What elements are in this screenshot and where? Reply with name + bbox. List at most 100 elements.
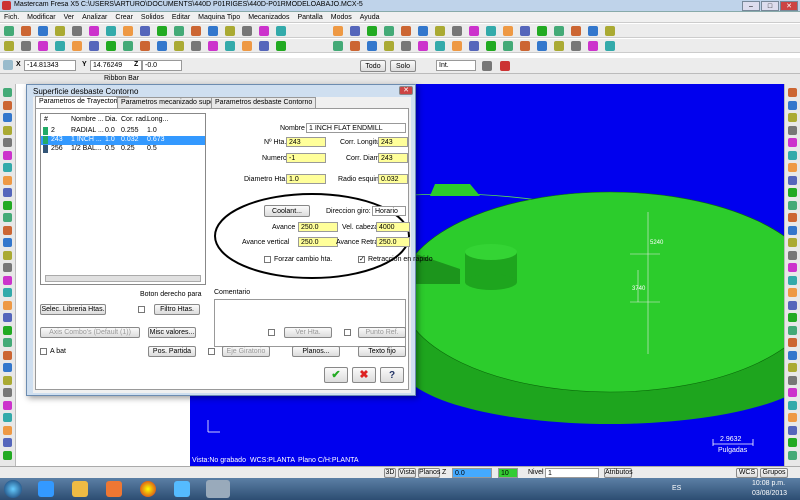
side-tool-icon[interactable] [788, 300, 797, 310]
tab-parametros-contorno[interactable]: Parametros desbaste Contorno [211, 97, 317, 108]
color-field[interactable]: 10 [498, 468, 518, 478]
z-coordinate-field[interactable]: -0.0 [142, 60, 182, 71]
vel-cabezal-field[interactable]: 4000 [376, 222, 410, 232]
side-tool-icon[interactable] [3, 250, 12, 260]
toolbar-tool-icon[interactable] [4, 26, 14, 36]
side-tool-icon[interactable] [788, 413, 797, 422]
side-tool-icon[interactable] [3, 200, 12, 210]
side-tool-icon[interactable] [788, 313, 797, 322]
toolbar-tool-icon[interactable] [225, 26, 235, 36]
toolbar-tool-icon[interactable] [208, 41, 218, 51]
toolbar-tool-icon[interactable] [123, 41, 133, 51]
toolbar-tool-icon[interactable] [72, 41, 82, 51]
side-tool-icon[interactable] [788, 88, 797, 97]
nombre-field[interactable]: 1 INCH FLAT ENDMILL [306, 123, 406, 133]
side-tool-icon[interactable] [3, 175, 12, 185]
side-tool-icon[interactable] [3, 288, 12, 297]
side-tool-icon[interactable] [788, 438, 797, 447]
toolbar-tool-icon[interactable] [276, 26, 286, 36]
retraccion-checkbox[interactable]: ✓ [358, 256, 365, 263]
toolbar-tool-icon[interactable] [55, 41, 65, 51]
toolbar-tool-icon[interactable] [72, 26, 82, 36]
toolbar-tool-icon[interactable] [208, 26, 218, 36]
toolbar-tool-icon[interactable] [191, 26, 201, 36]
menu-item[interactable]: Modos [331, 12, 352, 22]
side-tool-icon[interactable] [788, 188, 797, 197]
horizontal-scrollbar[interactable] [45, 275, 201, 282]
close-button[interactable]: ✕ [780, 1, 798, 11]
avance-vertical-field[interactable]: 250.0 [298, 237, 338, 247]
toolbar-tool-icon[interactable] [89, 26, 99, 36]
menu-item[interactable]: Ayuda [360, 12, 380, 22]
dialog-close-button[interactable]: ✕ [399, 86, 413, 95]
toolbar-tool-icon[interactable] [452, 41, 462, 51]
toolbar-tool-icon[interactable] [89, 41, 99, 51]
side-tool-icon[interactable] [3, 263, 12, 272]
side-tool-icon[interactable] [788, 363, 797, 372]
side-tool-icon[interactable] [788, 375, 797, 385]
side-tool-icon[interactable] [3, 438, 12, 447]
toolbar-tool-icon[interactable] [276, 41, 286, 51]
toolbar-tool-icon[interactable] [123, 26, 133, 36]
side-tool-icon[interactable] [788, 113, 797, 122]
side-tool-icon[interactable] [3, 338, 12, 347]
toolbar-tool-icon[interactable] [469, 26, 479, 36]
side-tool-icon[interactable] [788, 263, 797, 272]
side-tool-icon[interactable] [3, 350, 12, 360]
autocursor-icon[interactable] [3, 60, 13, 70]
selec-libreria-button[interactable]: Selec. Libreria Htas. [40, 304, 106, 315]
toolbar-tool-icon[interactable] [350, 26, 360, 36]
side-tool-icon[interactable] [788, 225, 797, 235]
toolbar-tool-icon[interactable] [452, 26, 462, 36]
corr-longitud-field[interactable]: 243 [378, 137, 408, 147]
nivel-field[interactable]: 1 [545, 468, 599, 478]
start-button-icon[interactable] [4, 480, 22, 498]
menu-item[interactable]: Crear [115, 12, 133, 22]
side-tool-icon[interactable] [3, 400, 12, 410]
planos-button[interactable]: Planos [418, 468, 440, 478]
forzar-checkbox[interactable] [264, 256, 271, 263]
menu-item[interactable]: Solidos [141, 12, 164, 22]
abat-checkbox[interactable] [40, 348, 47, 355]
minimize-button[interactable]: – [742, 1, 760, 11]
side-tool-icon[interactable] [788, 100, 797, 110]
side-tool-icon[interactable] [788, 400, 797, 410]
side-tool-icon[interactable] [788, 125, 797, 135]
toolbar-tool-icon[interactable] [554, 26, 564, 36]
nhta-field[interactable]: 243 [286, 137, 326, 147]
toolbar-tool-icon[interactable] [157, 26, 167, 36]
toolbar-tool-icon[interactable] [605, 41, 615, 51]
side-tool-icon[interactable] [3, 188, 12, 197]
toolbar-tool-icon[interactable] [157, 41, 167, 51]
menu-item[interactable]: Mecanizados [248, 12, 289, 22]
side-tool-icon[interactable] [3, 88, 12, 97]
numero-field[interactable]: -1 [286, 153, 326, 163]
side-tool-icon[interactable] [3, 363, 12, 372]
direccion-select[interactable]: Horario [372, 206, 406, 216]
eje-giratorio-checkbox[interactable] [208, 348, 215, 355]
punto-ref-button[interactable]: Punto Ref. [358, 327, 406, 338]
toolbar-tool-icon[interactable] [174, 26, 184, 36]
toolbar-tool-icon[interactable] [571, 26, 581, 36]
axis-combo-button[interactable]: Axis Combo's (Default (1)) [40, 327, 140, 338]
side-tool-icon[interactable] [788, 250, 797, 260]
tool-list[interactable]: # Nombre ... Dia. Cor. rad. Long... 2 RA… [40, 113, 206, 285]
toolbar-tool-icon[interactable] [225, 41, 235, 51]
side-tool-icon[interactable] [3, 100, 12, 110]
3d-button[interactable]: 3D [384, 468, 396, 478]
side-tool-icon[interactable] [788, 450, 797, 460]
solo-button[interactable]: Solo [390, 60, 416, 72]
avance-field[interactable]: 250.0 [298, 222, 338, 232]
x-coordinate-field[interactable]: -14.81343 [24, 60, 76, 71]
media-player-icon[interactable] [106, 481, 122, 497]
side-tool-icon[interactable] [788, 213, 797, 222]
ver-hta-button[interactable]: Ver Hta. [284, 327, 332, 338]
toolbar-tool-icon[interactable] [571, 41, 581, 51]
skype-icon[interactable] [174, 481, 190, 497]
side-tool-icon[interactable] [788, 388, 797, 397]
punto-ref-checkbox[interactable] [344, 329, 351, 336]
toolbar-tool-icon[interactable] [418, 41, 428, 51]
toolbar-tool-icon[interactable] [242, 26, 252, 36]
side-tool-icon[interactable] [3, 275, 12, 285]
toolbar-tool-icon[interactable] [55, 26, 65, 36]
